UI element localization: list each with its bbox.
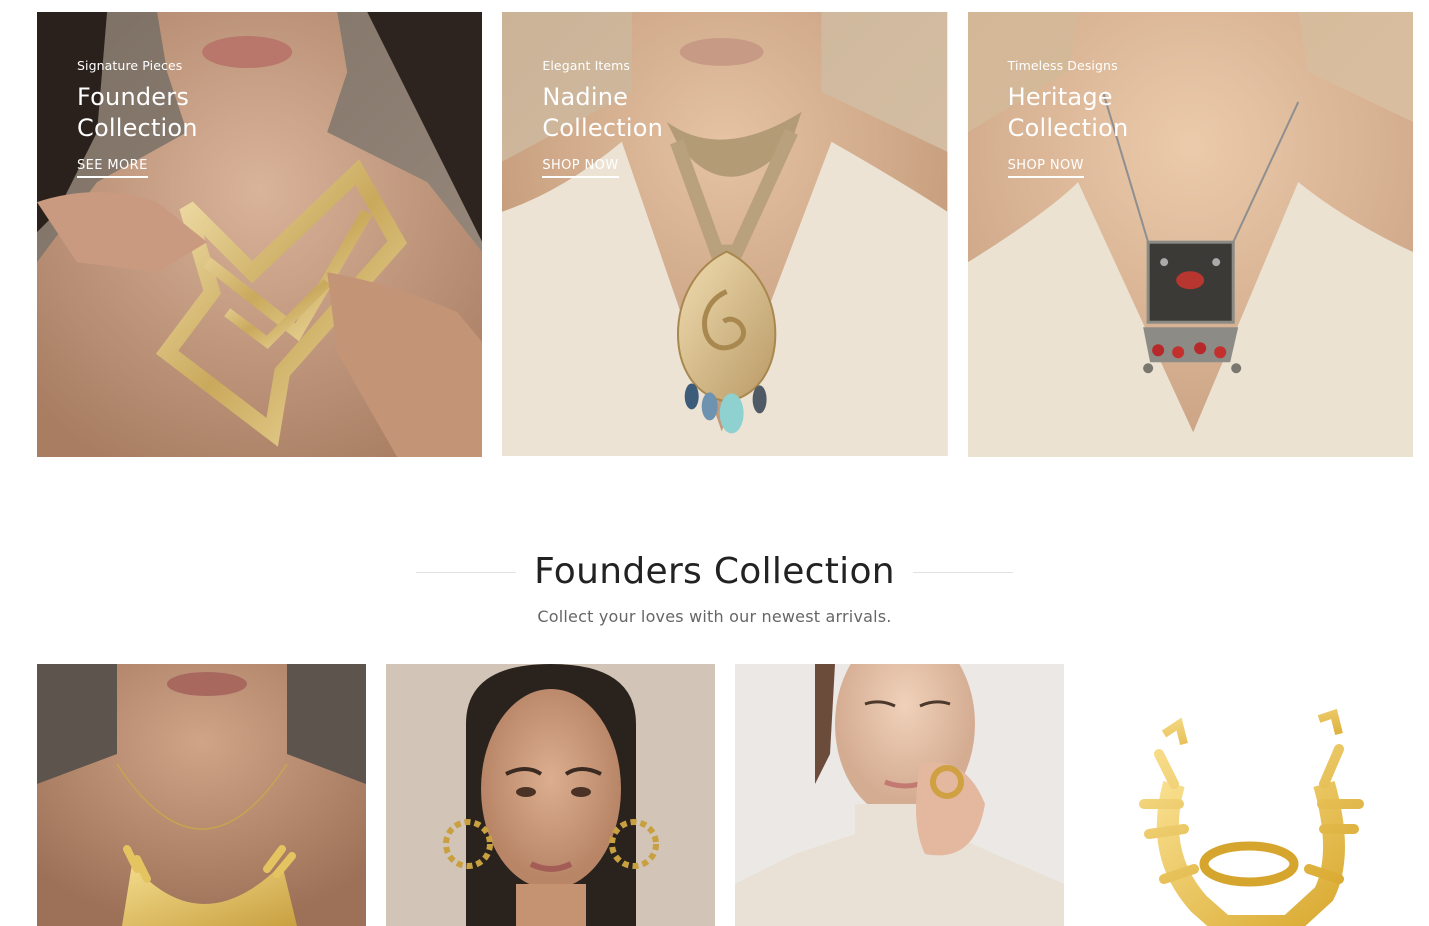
product-card-gold-coral-cuff-ring[interactable] xyxy=(1084,664,1413,926)
product-image xyxy=(735,664,1064,926)
title-divider-right xyxy=(912,571,1013,573)
title-divider-left xyxy=(416,571,517,573)
banner-founders-text: Signature Pieces Founders Collection SEE… xyxy=(77,58,277,178)
banner-title: Heritage Collection xyxy=(1007,83,1129,142)
product-grid xyxy=(37,664,1413,926)
collection-banners: Signature Pieces Founders Collection SEE… xyxy=(37,12,1413,457)
product-card-gold-ring-on-hand[interactable] xyxy=(735,664,1064,926)
section-subtitle: Collect your loves with our newest arriv… xyxy=(537,607,892,626)
banner-title: Nadine Collection xyxy=(542,83,664,142)
banner-heritage-text: Timeless Designs Heritage Collection SHO… xyxy=(1007,58,1208,178)
product-card-gold-hoop-earrings[interactable] xyxy=(386,664,715,926)
banner-heritage-collection[interactable]: Timeless Designs Heritage Collection SHO… xyxy=(967,12,1413,457)
product-card-gold-coral-necklace[interactable] xyxy=(37,664,366,926)
banner-subtitle: Timeless Designs xyxy=(1007,58,1118,73)
section-title-row: Founders Collection xyxy=(0,549,1429,595)
product-image xyxy=(1084,664,1413,926)
section-title: Founders Collection xyxy=(534,551,895,592)
banner-nadine-collection[interactable]: Elegant Items Nadine Collection SHOP NOW xyxy=(502,12,948,457)
banner-founders-collection[interactable]: Signature Pieces Founders Collection SEE… xyxy=(37,12,483,457)
product-image xyxy=(37,664,366,926)
banner-subtitle: Elegant Items xyxy=(542,58,631,73)
product-image xyxy=(386,664,715,926)
banner-subtitle: Signature Pieces xyxy=(77,58,183,73)
banner-nadine-text: Elegant Items Nadine Collection SHOP NOW xyxy=(542,58,742,178)
founders-section-header: Founders Collection Collect your loves w… xyxy=(0,549,1429,626)
shop-now-link[interactable]: SHOP NOW xyxy=(1007,158,1084,178)
see-more-link[interactable]: SEE MORE xyxy=(77,158,148,178)
banner-title: Founders Collection xyxy=(77,83,198,142)
shop-now-link[interactable]: SHOP NOW xyxy=(542,158,619,178)
